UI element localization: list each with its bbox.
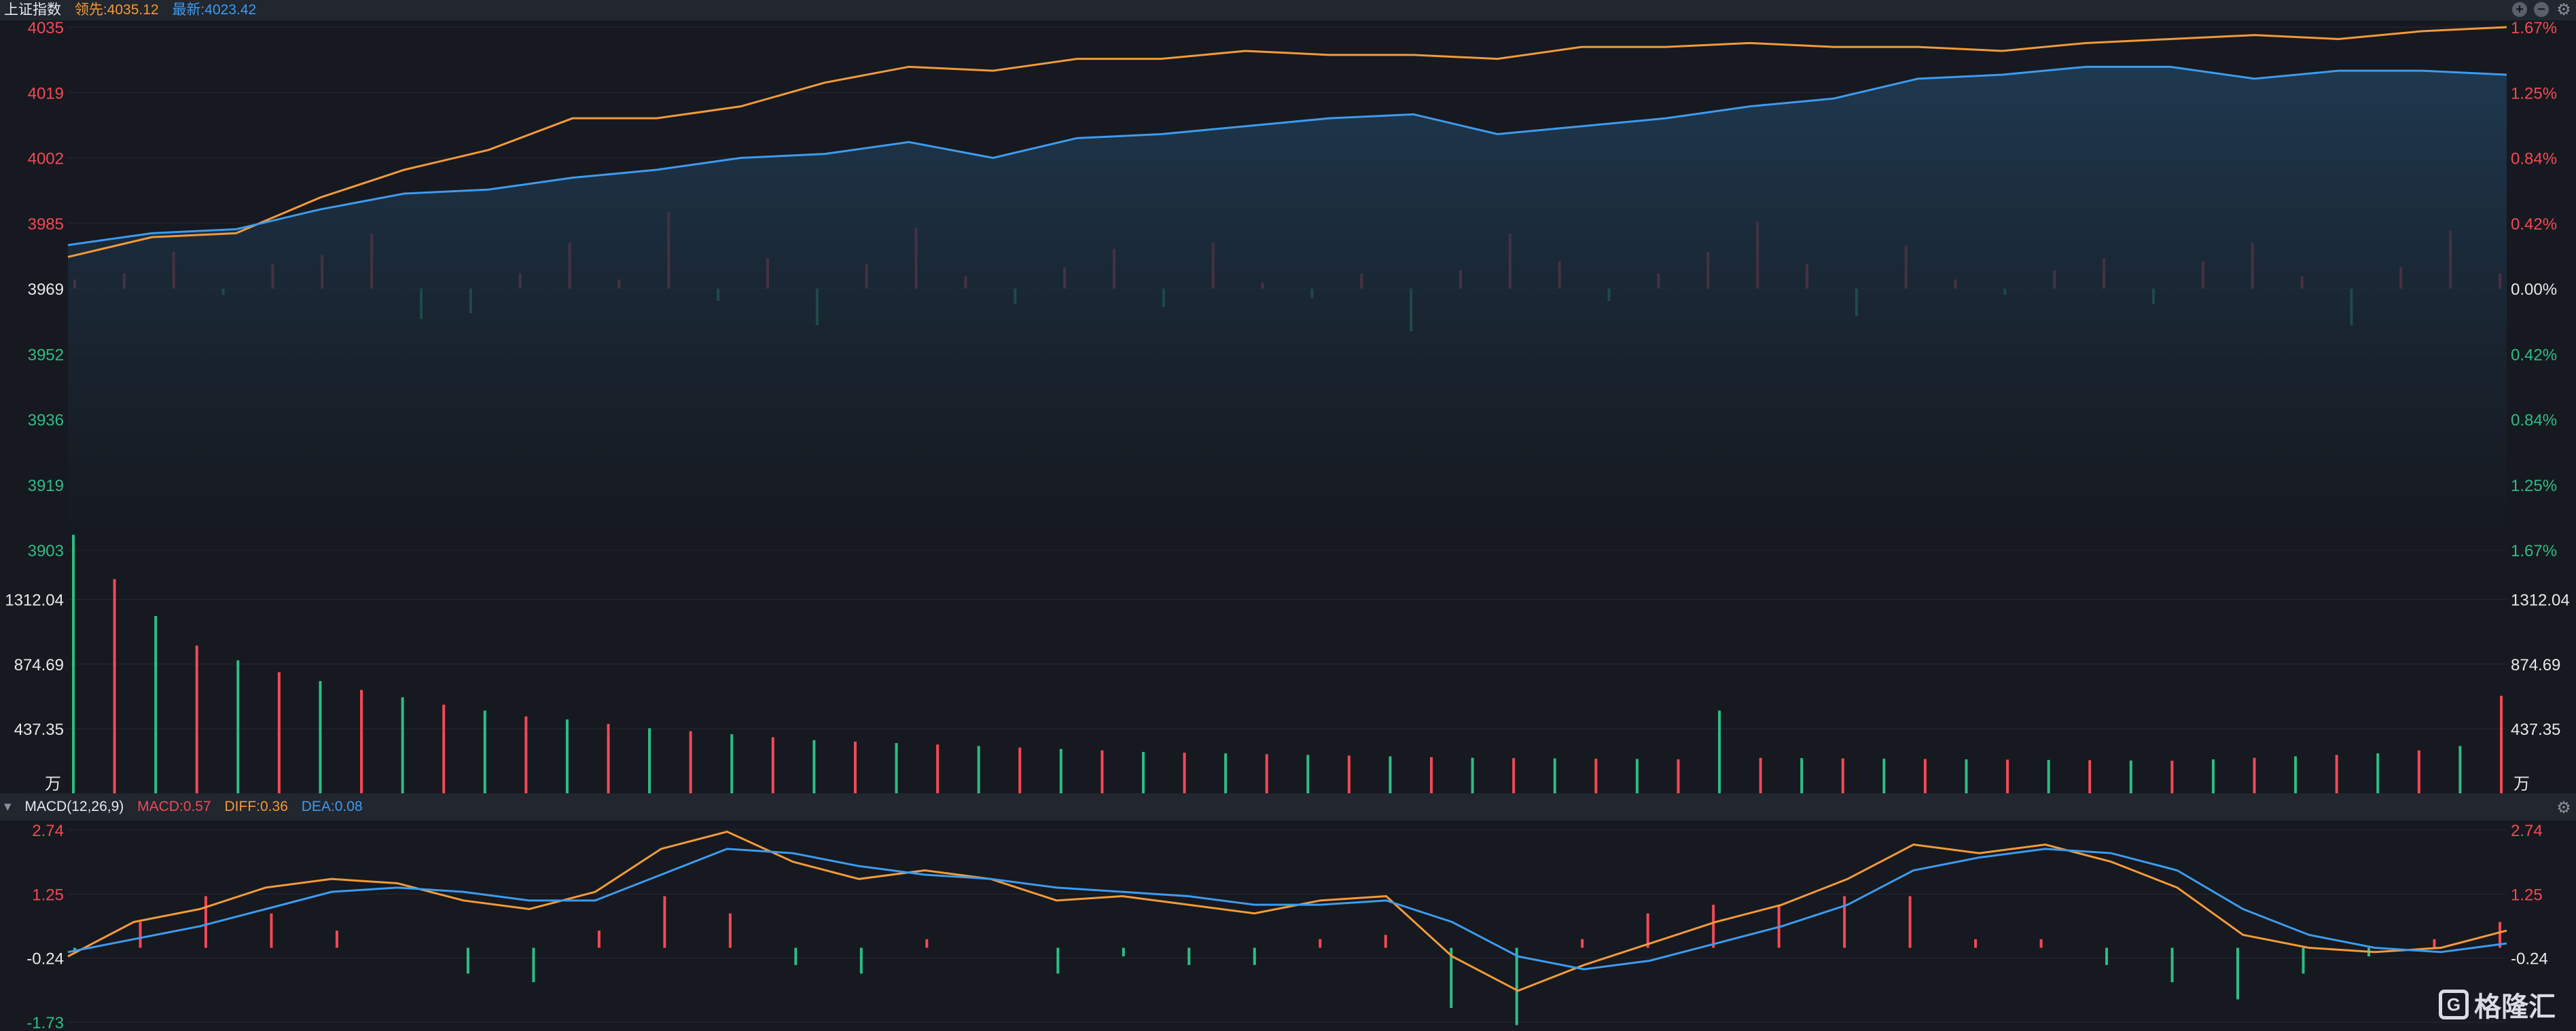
- volume-tick-left: 1312.04: [5, 592, 64, 610]
- price-tick-right: 1.67%: [2511, 19, 2557, 37]
- price-tick-left: 4035: [28, 19, 64, 37]
- macd-tick-left: 1.25: [32, 886, 64, 904]
- logo-text: 格隆汇: [2474, 992, 2556, 1022]
- volume-tick-right: 437.35: [2511, 721, 2560, 739]
- price-tick-right: 1.25%: [2511, 477, 2557, 495]
- chart-canvas: 4035 1.67% 4019 1.25% 4002 0.84% 3985 0.42% 3969…: [5, 19, 2570, 1031]
- latest-area: [68, 67, 2507, 551]
- price-tick-right: 0.84%: [2511, 412, 2557, 430]
- diff-line: [67, 830, 2507, 992]
- price-tick-left: 3985: [28, 215, 64, 234]
- volume-tick-left: 874.69: [14, 656, 64, 674]
- price-tick-left: 3936: [28, 412, 64, 430]
- price-tick-right: 0.00%: [2511, 281, 2557, 299]
- volume-tick-right: 874.69: [2511, 656, 2560, 674]
- price-tick-right: 1.25%: [2511, 84, 2557, 103]
- price-tick-right: 0.42%: [2511, 215, 2557, 234]
- logo: G 格隆汇: [2439, 985, 2556, 1024]
- volume-unit-right: 万: [2514, 775, 2530, 793]
- dea-line: [67, 848, 2507, 971]
- volume-tick-right: 1312.04: [2511, 592, 2570, 610]
- price-tick-left: 3969: [28, 281, 64, 299]
- price-tick-left: 4019: [28, 84, 64, 103]
- macd-tick-left: -0.24: [26, 950, 64, 969]
- macd-tick-right: 2.74: [2511, 822, 2543, 840]
- macd-tick-left: -1.73: [26, 1014, 64, 1031]
- price-tick-right: 1.67%: [2511, 542, 2557, 560]
- price-tick-left: 3952: [28, 346, 64, 364]
- macd-tick-left: 2.74: [32, 822, 64, 840]
- price-tick-left: 3903: [28, 542, 64, 560]
- logo-mark-icon: G: [2439, 990, 2469, 1019]
- price-tick-right: 0.84%: [2511, 150, 2557, 168]
- price-tick-left: 3919: [28, 477, 64, 495]
- price-tick-left: 4002: [28, 150, 64, 168]
- macd-tick-right: -0.24: [2511, 950, 2548, 969]
- price-tick-right: 0.42%: [2511, 346, 2557, 364]
- macd-tick-right: 1.25: [2511, 886, 2543, 904]
- volume-tick-left: 437.35: [14, 721, 64, 739]
- volume-unit-left: 万: [45, 775, 61, 793]
